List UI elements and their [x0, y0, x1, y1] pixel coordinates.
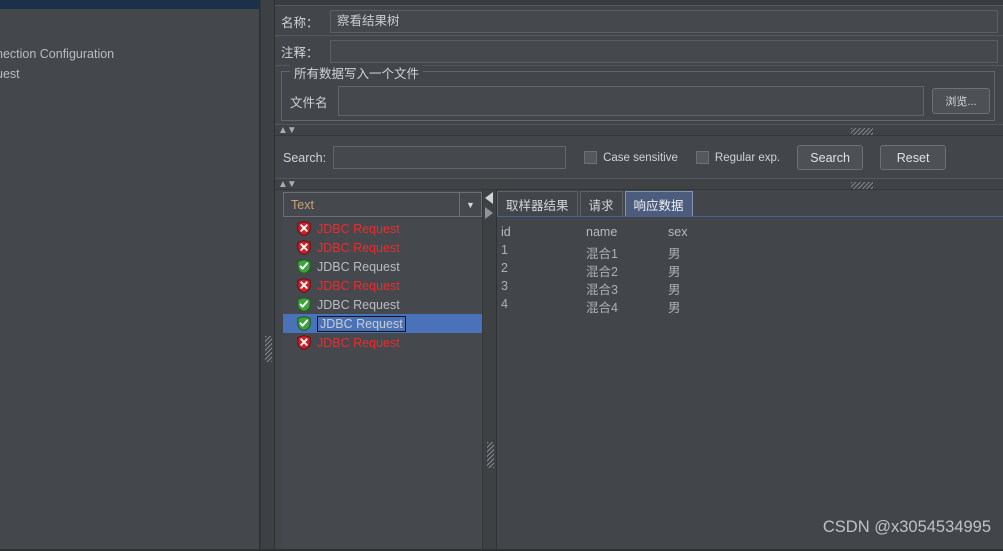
reset-button[interactable]: Reset: [880, 145, 947, 170]
filename-label: 文件名: [290, 95, 328, 110]
table-cell: 男: [668, 265, 681, 279]
table-cell: 混合4: [586, 301, 618, 315]
watermark: CSDN @x3054534995: [822, 518, 991, 536]
results-tree-panel: Text ▼ JDBC Request JDBC Request JDBC Requ…: [283, 190, 483, 551]
app-window: nection Configuration uest 名称： 察看结果树 注释：…: [0, 0, 1003, 551]
regular-exp-checkbox-wrap[interactable]: Regular exp.: [695, 151, 781, 164]
splitter-grip-icon: [265, 336, 272, 362]
tree-item-label: JDBC Request: [317, 221, 400, 236]
case-sensitive-checkbox[interactable]: [584, 151, 598, 164]
write-all-data-to-file-group: 所有数据写入一个文件 文件名 浏览...: [281, 63, 996, 121]
splitter-grip-icon: [487, 442, 494, 468]
table-cell: 1: [501, 243, 508, 257]
tab-request[interactable]: 请求: [579, 191, 623, 216]
table-cell: 混合1: [586, 247, 618, 261]
tree-item-label: JDBC Request: [317, 259, 400, 274]
shield-success-icon: [297, 316, 311, 331]
tree-item-label: JDBC Request: [317, 335, 400, 350]
table-cell: 4: [501, 297, 508, 311]
tree-item-label: JDBC Request: [317, 315, 406, 332]
collapse-bar-lower[interactable]: ▲▼: [275, 178, 1003, 190]
collapse-bar-upper[interactable]: ▲▼: [275, 124, 1003, 136]
table-header-row: id name sex: [501, 225, 1003, 243]
results-split-area: Text ▼ JDBC Request JDBC Request JDBC Requ…: [275, 190, 1003, 551]
detail-tabstrip: 取样器结果 请求 响应数据: [497, 190, 1003, 217]
case-sensitive-checkbox-wrap[interactable]: Case sensitive: [584, 151, 678, 164]
chevron-down-icon[interactable]: ▼: [459, 193, 481, 216]
name-label: 名称：: [281, 16, 319, 30]
table-row: 2 混合2 男: [501, 261, 1003, 279]
results-inner-splitter[interactable]: [482, 190, 497, 551]
table-cell: 男: [668, 283, 681, 297]
collapse-arrows-icon[interactable]: ▲▼: [278, 125, 297, 137]
view-results-tree-panel: 名称： 察看结果树 注释： 所有数据写入一个文件 文件名 浏览... ▲▼ Se…: [275, 0, 1003, 551]
table-cell: 混合3: [586, 283, 618, 297]
tree-item-label: JDBC Request: [317, 297, 400, 312]
tree-item-label: JDBC Request: [317, 278, 400, 293]
shield-error-icon: [297, 335, 311, 350]
regular-exp-checkbox[interactable]: [695, 151, 709, 164]
row-divider: [275, 35, 1003, 36]
search-bar: Search: Case sensitive Regular exp. Sear…: [275, 137, 1003, 178]
tab-response-data[interactable]: 响应数据: [624, 191, 693, 216]
table-cell: 2: [501, 261, 508, 275]
regular-exp-label: Regular exp.: [714, 151, 781, 164]
shield-success-icon: [297, 259, 311, 274]
table-header-cell: id: [501, 225, 511, 239]
case-sensitive-label: Case sensitive: [603, 151, 678, 164]
tree-item-jdbc-request[interactable]: JDBC Request: [283, 257, 482, 276]
name-row: 名称： 察看结果树: [275, 8, 1003, 35]
tree-item-jdbc-request[interactable]: JDBC Request: [283, 219, 482, 238]
tab-sampler-result[interactable]: 取样器结果: [497, 191, 578, 216]
tree-item-jdbc-request[interactable]: JDBC Request: [283, 333, 482, 352]
search-input[interactable]: [333, 146, 567, 169]
filename-row: 文件名 浏览...: [282, 82, 996, 120]
shield-error-icon: [297, 278, 311, 293]
search-label: Search:: [283, 150, 327, 165]
comment-label: 注释：: [281, 46, 319, 60]
comment-input[interactable]: [330, 40, 998, 63]
browse-button[interactable]: 浏览...: [932, 88, 990, 114]
collapse-grip-icon: [851, 182, 873, 189]
write-all-data-to-file-title: 所有数据写入一个文件: [290, 63, 424, 82]
sampler-result-list[interactable]: JDBC Request JDBC Request JDBC Request JDBC…: [283, 219, 482, 551]
panel-top-strip: [275, 0, 1003, 6]
comment-row: 注释：: [275, 38, 1003, 65]
table-row: 3 混合3 男: [501, 279, 1003, 297]
search-button[interactable]: Search: [797, 145, 864, 170]
main-vertical-splitter[interactable]: [260, 0, 275, 551]
shield-success-icon: [297, 297, 311, 312]
table-cell: 3: [501, 279, 508, 293]
tree-item-jdbc-request[interactable]: JDBC Request: [283, 238, 482, 257]
table-header-cell: sex: [668, 225, 688, 239]
render-format-value: Text: [291, 197, 314, 212]
splitter-collapse-left-icon[interactable]: [485, 192, 493, 204]
name-input[interactable]: 察看结果树: [330, 10, 998, 33]
table-cell: 男: [668, 301, 681, 315]
table-header-cell: name: [586, 225, 618, 239]
tree-item-jdbc-request[interactable]: JDBC Request: [283, 314, 482, 333]
filename-input[interactable]: [338, 86, 924, 116]
table-row: 1 混合1 男: [501, 243, 1003, 261]
response-data-table: id name sex 1 混合1 男 2 混合2 男 3 混合3 男 4 混合4 男: [497, 217, 1003, 551]
shield-error-icon: [297, 221, 311, 236]
sidebar-tree-item-connection-configuration[interactable]: nection Configuration: [0, 47, 114, 61]
splitter-collapse-right-icon[interactable]: [485, 207, 493, 219]
tree-item-jdbc-request[interactable]: JDBC Request: [283, 295, 482, 314]
sampler-detail-panel: 取样器结果 请求 响应数据 id name sex 1 混合1 男 2 混合2 男 3 混合3 男 4 混合4…: [497, 190, 1003, 551]
sidebar-tree-item-request[interactable]: uest: [0, 67, 20, 81]
collapse-grip-icon: [851, 128, 873, 135]
tree-item-label: JDBC Request: [317, 240, 400, 255]
sidebar-title-bar: [0, 0, 260, 9]
test-plan-sidebar: nection Configuration uest: [0, 0, 260, 551]
table-cell: 男: [668, 247, 681, 261]
tree-item-jdbc-request[interactable]: JDBC Request: [283, 276, 482, 295]
shield-error-icon: [297, 240, 311, 255]
table-row: 4 混合4 男: [501, 297, 1003, 315]
render-format-combobox[interactable]: Text ▼: [283, 192, 482, 217]
table-cell: 混合2: [586, 265, 618, 279]
